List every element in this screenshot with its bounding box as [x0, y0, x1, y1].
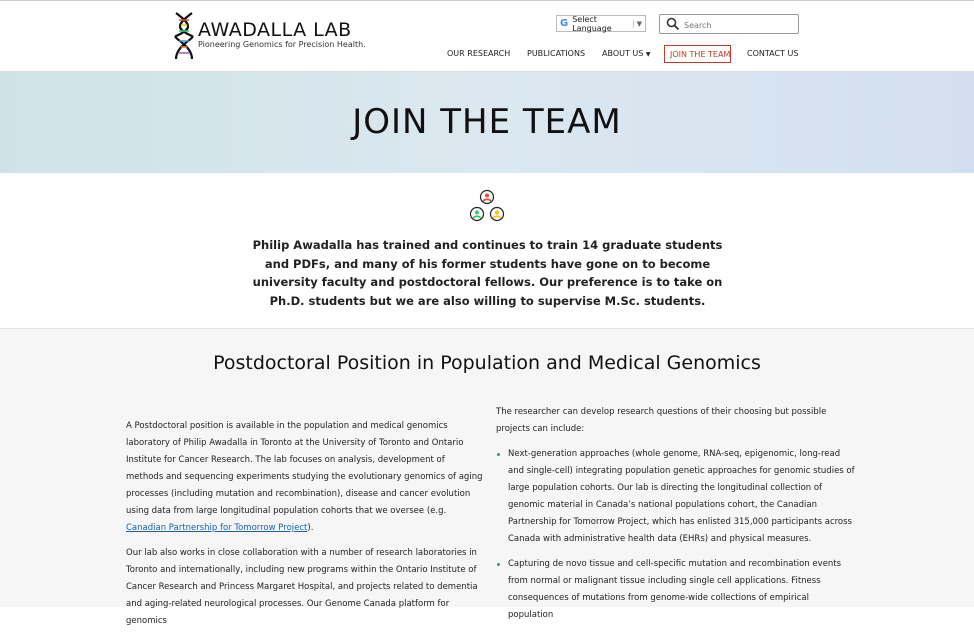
- caret-down-icon: ▼: [645, 51, 651, 58]
- list-item: Capturing de novo tissue and cell-specif…: [497, 556, 856, 624]
- intro-text: Philip Awadalla has trained and continue…: [252, 238, 723, 308]
- search-icon: [666, 17, 680, 31]
- nav-about-us-label: ABOUT US: [602, 49, 644, 58]
- google-icon: G: [560, 18, 569, 29]
- language-selector[interactable]: G Select Language ▼: [556, 14, 646, 33]
- site-logo[interactable]: AWADALLA LAB Pioneering Genomics for Pre…: [173, 11, 366, 61]
- page-title: JOIN THE TEAM: [352, 102, 622, 142]
- nav-publications[interactable]: PUBLICATIONS: [527, 45, 585, 63]
- paragraph: Our lab also works in close collaboratio…: [126, 548, 478, 626]
- nav-our-research[interactable]: OUR RESEARCH: [447, 45, 510, 63]
- project-list: Next-generation approaches (whole genome…: [496, 446, 856, 624]
- language-label: Select Language: [572, 14, 612, 33]
- paragraph: A Postdoctoral position is available in …: [126, 421, 483, 533]
- team-people-icon: [469, 189, 505, 222]
- cptp-link[interactable]: Canadian Partnership for Tomorrow Projec…: [126, 523, 307, 533]
- nav-about-us[interactable]: ABOUT US ▼: [602, 45, 651, 63]
- left-column: A Postdoctoral position is available in …: [126, 418, 484, 638]
- logo-tagline: Pioneering Genomics for Precision Health…: [198, 40, 366, 49]
- search-box[interactable]: [659, 14, 799, 34]
- nav-contact-us[interactable]: CONTACT US: [747, 45, 798, 63]
- dna-helix-icon: [174, 12, 194, 60]
- nav-join-the-team[interactable]: JOIN THE TEAM: [664, 45, 731, 63]
- hero-banner: JOIN THE TEAM: [0, 72, 974, 173]
- right-column: The researcher can develop research ques…: [496, 404, 856, 632]
- dropdown-arrow-icon: ▼: [632, 19, 642, 28]
- site-header: AWADALLA LAB Pioneering Genomics for Pre…: [0, 0, 974, 72]
- list-item: Next-generation approaches (whole genome…: [497, 446, 856, 548]
- logo-title: AWADALLA LAB: [198, 19, 352, 41]
- paragraph: The researcher can develop research ques…: [496, 407, 827, 434]
- search-input[interactable]: [682, 16, 796, 34]
- section-title: Postdoctoral Position in Population and …: [213, 352, 761, 374]
